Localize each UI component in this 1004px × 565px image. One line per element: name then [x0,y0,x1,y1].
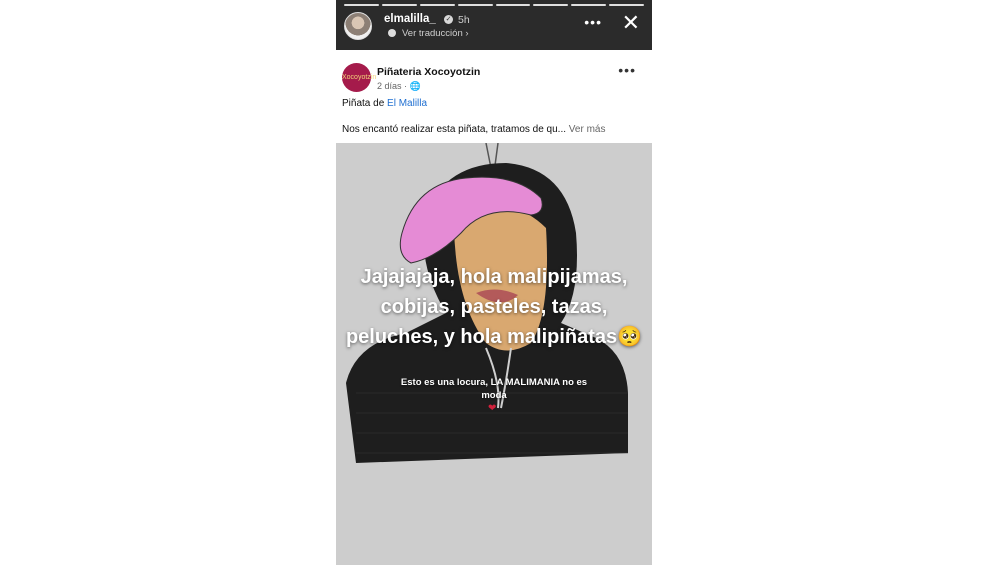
globe-icon: 🌐 [409,81,421,91]
chevron-right-icon: › [465,28,469,39]
post-more-options-icon[interactable]: ••• [618,62,636,78]
translate-label: Ver traducción [402,28,463,39]
heart-icon: ❤ [488,403,497,414]
story-overlay-text: Jajajajaja, hola malipijamas, cobijas, p… [345,266,643,348]
close-icon[interactable]: ✕ [622,10,640,36]
progress-segment [457,4,493,6]
post-photo [336,143,652,565]
page-name[interactable]: Piñateria Xocoyotzin [377,66,480,78]
avatar[interactable] [344,12,372,40]
progress-segment [609,4,644,6]
story-viewer: elmalilla_ ✓ 5h Ver traducción › ••• ✕ X… [336,0,652,565]
page-logo[interactable]: Xocoyotzin [342,63,376,92]
story-time: 5h [458,14,470,26]
more-options-icon[interactable]: ••• [584,14,602,30]
story-header: elmalilla_ ✓ 5h Ver traducción › ••• ✕ [344,10,644,42]
progress-segment [533,4,569,6]
progress-segment [571,4,607,6]
tagged-profile-link[interactable]: El Malilla [387,98,427,109]
pinata-illustration [336,143,652,565]
post-caption: Nos encantó realizar esta piñata, tratam… [342,124,605,135]
post-tagline: Piñata de El Malilla [342,98,427,109]
verified-badge-icon: ✓ [444,15,453,24]
see-more-link[interactable]: Ver más [569,124,606,135]
story-username[interactable]: elmalilla_ [384,13,436,25]
post-time: 2 días · 🌐 [377,81,421,92]
see-translation-link[interactable]: Ver traducción › [388,28,469,39]
caption-text: Nos encantó realizar esta piñata, tratam… [342,124,569,135]
story-progress-bar [344,4,644,6]
shared-post-card[interactable]: Xocoyotzin Piñateria Xocoyotzin 2 días ·… [336,50,652,143]
tag-prefix: Piñata de [342,98,388,109]
story-overlay-subtext: Esto es una locura, LA MALIMANIA no es m… [400,377,588,401]
post-time-text: 2 días · [377,81,410,91]
progress-segment [495,4,531,6]
progress-segment [419,4,455,6]
translate-icon [388,29,396,38]
progress-segment [381,4,417,6]
progress-segment [344,4,379,6]
